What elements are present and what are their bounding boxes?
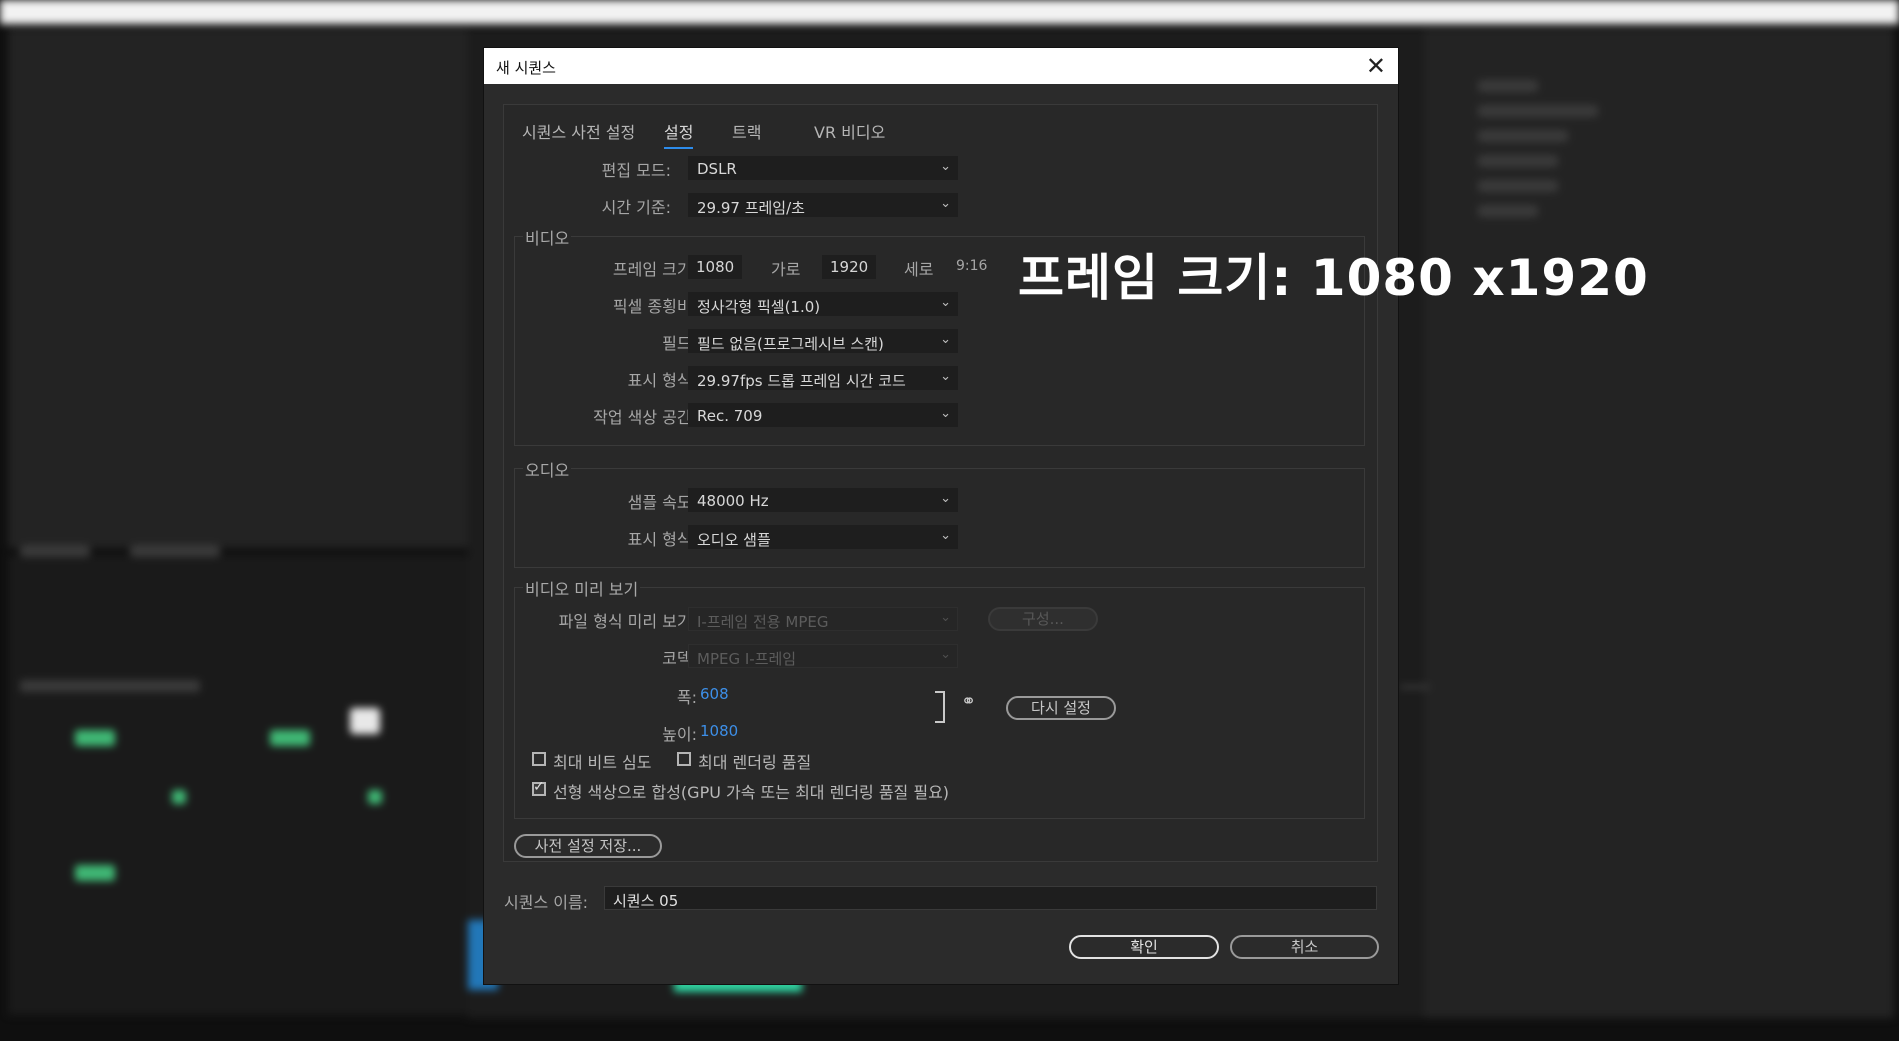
background-project-panel: [8, 555, 468, 1015]
save-preset-button[interactable]: 사전 설정 저장...: [514, 834, 662, 858]
vertical-label: 세로: [904, 260, 934, 279]
background-clip-thumb: [75, 730, 115, 746]
color-space-value: Rec. 709: [697, 407, 763, 425]
preview-width-value[interactable]: 608: [700, 685, 729, 703]
sequence-name-input[interactable]: 시퀀스 05: [604, 886, 1377, 910]
timebase-dropdown[interactable]: 29.97 프레임/초 ⌄: [688, 193, 958, 217]
fields-dropdown[interactable]: 필드 없음(프로그레시브 스캔) ⌄: [688, 329, 958, 353]
background-thumb-white: [350, 708, 380, 734]
chevron-down-icon: ⌄: [940, 610, 951, 625]
configure-button[interactable]: 구성...: [988, 607, 1098, 631]
preview-file-format-value: I-프레임 전용 MPEG: [697, 613, 829, 631]
overlay-caption: 프레임 크기: 1080 x1920: [1018, 249, 1649, 307]
video-display-format-dropdown[interactable]: 29.97fps 드롭 프레임 시간 코드 ⌄: [688, 366, 958, 390]
pixel-aspect-dropdown[interactable]: 정사각형 픽셀(1.0) ⌄: [688, 292, 958, 316]
background-clip-thumb: [270, 730, 310, 746]
preview-height-value[interactable]: 1080: [700, 722, 738, 740]
preview-width-label: 폭:: [676, 688, 697, 707]
reset-button[interactable]: 다시 설정: [1006, 696, 1116, 720]
ok-button[interactable]: 확인: [1069, 935, 1219, 959]
tab-content-panel: 시퀀스 사전 설정 설정 트랙 VR 비디오 편집 모드: DSLR ⌄ 시간 …: [503, 104, 1378, 862]
color-space-label: 작업 색상 공간:: [593, 408, 697, 427]
link-icon[interactable]: ⚭: [961, 691, 976, 712]
max-bit-depth-label: 최대 비트 심도: [553, 753, 652, 772]
chevron-down-icon: ⌄: [940, 369, 951, 384]
audio-display-format-dropdown[interactable]: 오디오 샘플 ⌄: [688, 525, 958, 549]
background-text-line: [1478, 180, 1558, 192]
background-text-line: [1478, 80, 1538, 92]
frame-size-label: 프레임 크기:: [612, 260, 697, 279]
background-text-line: [1478, 105, 1598, 117]
preview-file-format-label: 파일 형식 미리 보기:: [558, 612, 697, 631]
edit-mode-value: DSLR: [697, 160, 737, 178]
background-text-line: [1478, 130, 1568, 142]
tab-tracks[interactable]: 트랙: [732, 119, 761, 143]
sample-rate-label: 샘플 속도:: [627, 493, 697, 512]
audio-display-format-value: 오디오 샘플: [697, 531, 771, 549]
linear-color-label: 선형 색상으로 합성(GPU 가속 또는 최대 렌더링 품질 필요): [553, 783, 950, 802]
chevron-down-icon: ⌄: [940, 332, 951, 347]
aspect-ratio-text: 9:16: [956, 258, 988, 274]
background-text-line: [1478, 155, 1558, 167]
background-menubar: [0, 0, 1899, 24]
dialog-title: 새 시퀀스: [496, 59, 556, 77]
background-text-line: [20, 680, 200, 692]
chevron-down-icon: ⌄: [940, 295, 951, 310]
chevron-down-icon: ⌄: [940, 491, 951, 506]
color-space-dropdown[interactable]: Rec. 709 ⌄: [688, 403, 958, 427]
link-bracket: [935, 691, 945, 723]
background-text-line: [1400, 685, 1430, 689]
fields-value: 필드 없음(프로그레시브 스캔): [697, 335, 884, 353]
background-text-line: [130, 545, 220, 557]
background-text-line: [1478, 205, 1538, 217]
tab-vr-video[interactable]: VR 비디오: [814, 119, 885, 143]
video-preview-group: 비디오 미리 보기 파일 형식 미리 보기: I-프레임 전용 MPEG ⌄ 구…: [514, 576, 1365, 819]
video-preview-group-title: 비디오 미리 보기: [523, 576, 641, 600]
timebase-label: 시간 기준:: [601, 198, 671, 217]
video-display-format-label: 표시 형식:: [627, 371, 697, 390]
max-render-quality-checkbox[interactable]: [677, 752, 691, 766]
chevron-down-icon: ⌄: [940, 406, 951, 421]
sequence-name-label: 시퀀스 이름:: [504, 893, 589, 912]
max-render-quality-label: 최대 렌더링 품질: [698, 753, 812, 772]
frame-width-input[interactable]: 1080: [688, 255, 742, 279]
edit-mode-dropdown[interactable]: DSLR ⌄: [688, 156, 958, 180]
background-clip-thumb: [368, 790, 382, 804]
video-group-title: 비디오: [523, 225, 572, 249]
sample-rate-dropdown[interactable]: 48000 Hz ⌄: [688, 488, 958, 512]
codec-value: MPEG I-프레임: [697, 650, 797, 668]
video-display-format-value: 29.97fps 드롭 프레임 시간 코드: [697, 372, 906, 390]
dialog-titlebar: 새 시퀀스 ✕: [484, 48, 1398, 84]
audio-display-format-label: 표시 형식:: [627, 530, 697, 549]
pixel-aspect-label: 픽셀 종횡비:: [612, 297, 697, 316]
pixel-aspect-value: 정사각형 픽셀(1.0): [697, 298, 821, 316]
codec-dropdown[interactable]: MPEG I-프레임 ⌄: [688, 644, 958, 668]
linear-color-checkbox[interactable]: [532, 779, 546, 796]
chevron-down-icon: ⌄: [940, 647, 951, 662]
background-clip-thumb: [75, 865, 115, 881]
background-right-panel: [1424, 28, 1894, 1018]
background-text-line: [20, 545, 90, 557]
preview-file-format-dropdown[interactable]: I-프레임 전용 MPEG ⌄: [688, 607, 958, 631]
frame-height-input[interactable]: 1920: [822, 255, 876, 279]
chevron-down-icon: ⌄: [940, 528, 951, 543]
tab-sequence-presets[interactable]: 시퀀스 사전 설정: [522, 119, 635, 143]
chevron-down-icon: ⌄: [940, 159, 951, 174]
new-sequence-dialog: 새 시퀀스 ✕ 시퀀스 사전 설정 설정 트랙 VR 비디오 편집 모드: DS…: [483, 47, 1399, 985]
horizontal-label: 가로: [771, 260, 801, 279]
tab-settings[interactable]: 설정: [664, 119, 694, 149]
audio-group-title: 오디오: [523, 457, 572, 481]
background-left-panel: [8, 28, 468, 548]
max-bit-depth-checkbox[interactable]: [532, 752, 546, 766]
audio-group: 오디오 샘플 속도: 48000 Hz ⌄ 표시 형식: 오디오 샘플 ⌄: [514, 457, 1365, 568]
close-icon[interactable]: ✕: [1366, 52, 1386, 80]
chevron-down-icon: ⌄: [940, 196, 951, 211]
sample-rate-value: 48000 Hz: [697, 492, 769, 510]
preview-height-label: 높이:: [662, 725, 697, 744]
background-clip-thumb: [172, 790, 186, 804]
timebase-value: 29.97 프레임/초: [697, 199, 805, 217]
cancel-button[interactable]: 취소: [1230, 935, 1379, 959]
edit-mode-label: 편집 모드:: [601, 161, 671, 180]
